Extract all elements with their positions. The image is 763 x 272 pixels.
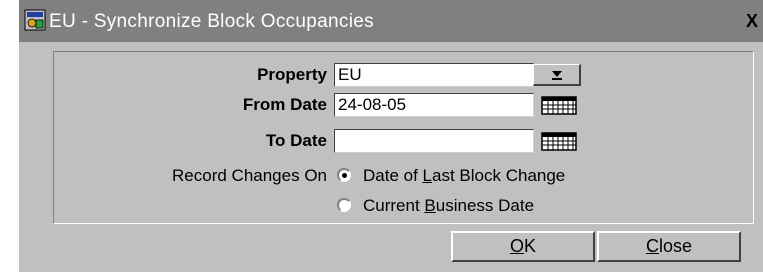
radio-last-block-change[interactable] bbox=[337, 168, 351, 182]
calendar-icon[interactable] bbox=[541, 130, 577, 152]
ok-button[interactable]: OK bbox=[451, 231, 595, 262]
close-window-button[interactable]: X bbox=[742, 11, 762, 31]
dialog-window: EU - Synchronize Block Occupancies X Pro… bbox=[18, 0, 763, 272]
from-date-input[interactable]: 24-08-05 bbox=[334, 93, 534, 117]
window-app-icon bbox=[24, 9, 46, 31]
property-label: Property bbox=[257, 65, 327, 84]
to-date-label: To Date bbox=[265, 131, 327, 150]
window-title: EU - Synchronize Block Occupancies bbox=[49, 11, 374, 32]
title-bar: EU - Synchronize Block Occupancies X bbox=[19, 0, 763, 42]
property-dropdown-button[interactable] bbox=[533, 64, 581, 86]
close-button[interactable]: Close bbox=[597, 231, 741, 262]
record-changes-label: Record Changes On bbox=[172, 166, 327, 185]
radio-label-last-block-change[interactable]: Date of Last Block Change bbox=[363, 166, 565, 186]
from-date-label: From Date bbox=[242, 95, 327, 114]
to-date-input[interactable] bbox=[334, 129, 534, 153]
radio-current-business-date[interactable] bbox=[337, 198, 351, 212]
calendar-icon[interactable] bbox=[541, 94, 577, 116]
property-input[interactable]: EU bbox=[334, 63, 534, 87]
radio-label-current-business-date[interactable]: Current Business Date bbox=[363, 196, 534, 216]
arrow-down-icon bbox=[552, 71, 562, 80]
